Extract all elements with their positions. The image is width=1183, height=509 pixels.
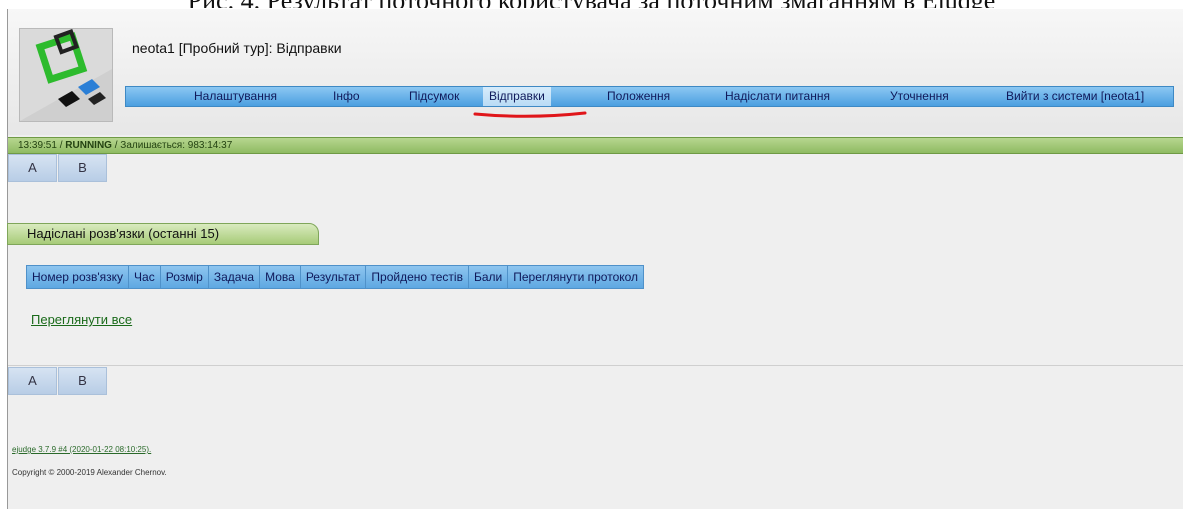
- contest-state: RUNNING: [65, 140, 112, 151]
- red-underline-annotation: [473, 111, 587, 118]
- column-header: Задача: [209, 266, 261, 288]
- column-header: Переглянути протокол: [513, 270, 639, 284]
- menu-item-ask-question[interactable]: Надіслати питання: [725, 89, 830, 103]
- menu-item-summary[interactable]: Підсумок: [409, 89, 459, 103]
- menu-item-logout[interactable]: Вийти з системи [neota1]: [1006, 89, 1144, 103]
- main-menu: Налаштування Інфо Підсумок Відправки Пол…: [125, 86, 1174, 107]
- column-header: Розмір: [161, 266, 209, 288]
- figure-caption: Рис. 4. Результат поточного користувача …: [0, 0, 1183, 8]
- time-remaining: Залишається: 983:14:37: [120, 140, 233, 151]
- server-time: 13:39:51: [18, 140, 57, 151]
- problem-tab-b[interactable]: B: [58, 154, 107, 182]
- submissions-table-header: Номер розв'язку Час Розмір Задача Мова Р…: [26, 265, 645, 289]
- divider: [8, 365, 1183, 366]
- status-bar: 13:39:51 / RUNNING / Залишається: 983:14…: [8, 137, 1183, 154]
- view-all-link[interactable]: Переглянути все: [31, 312, 132, 327]
- column-header: Пройдено тестів: [366, 266, 469, 288]
- menu-item-submissions[interactable]: Відправки: [483, 87, 551, 106]
- menu-item-clarifications[interactable]: Уточнення: [890, 89, 949, 103]
- section-title: Надіслані розв'язки (останні 15): [7, 223, 319, 245]
- ejudge-version-link[interactable]: ejudge 3.7.9 #4 (2020-01-22 08:10:25): [12, 445, 149, 454]
- menu-item-standings[interactable]: Положення: [607, 89, 670, 103]
- column-header: Мова: [260, 266, 301, 288]
- problem-tab-a[interactable]: A: [8, 154, 57, 182]
- column-header: Час: [129, 266, 161, 288]
- ejudge-logo: [19, 28, 113, 122]
- copyright: Copyright © 2000-2019 Alexander Chernov.: [12, 468, 167, 477]
- page-title: neota1 [Пробний тур]: Відправки: [132, 40, 342, 56]
- menu-item-info[interactable]: Інфо: [333, 89, 360, 103]
- problem-tab-a[interactable]: A: [8, 367, 57, 395]
- menu-item-settings[interactable]: Налаштування: [194, 89, 277, 103]
- column-header: Результат: [301, 266, 367, 288]
- column-header: Номер розв'язку: [27, 266, 130, 288]
- column-header: Бали: [469, 266, 509, 288]
- page-header: neota1 [Пробний тур]: Відправки Налаштув…: [8, 9, 1183, 135]
- browser-page: neota1 [Пробний тур]: Відправки Налаштув…: [7, 9, 1183, 509]
- footer-version: ejudge 3.7.9 #4 (2020-01-22 08:10:25).: [12, 445, 152, 454]
- problem-tab-b[interactable]: B: [58, 367, 107, 395]
